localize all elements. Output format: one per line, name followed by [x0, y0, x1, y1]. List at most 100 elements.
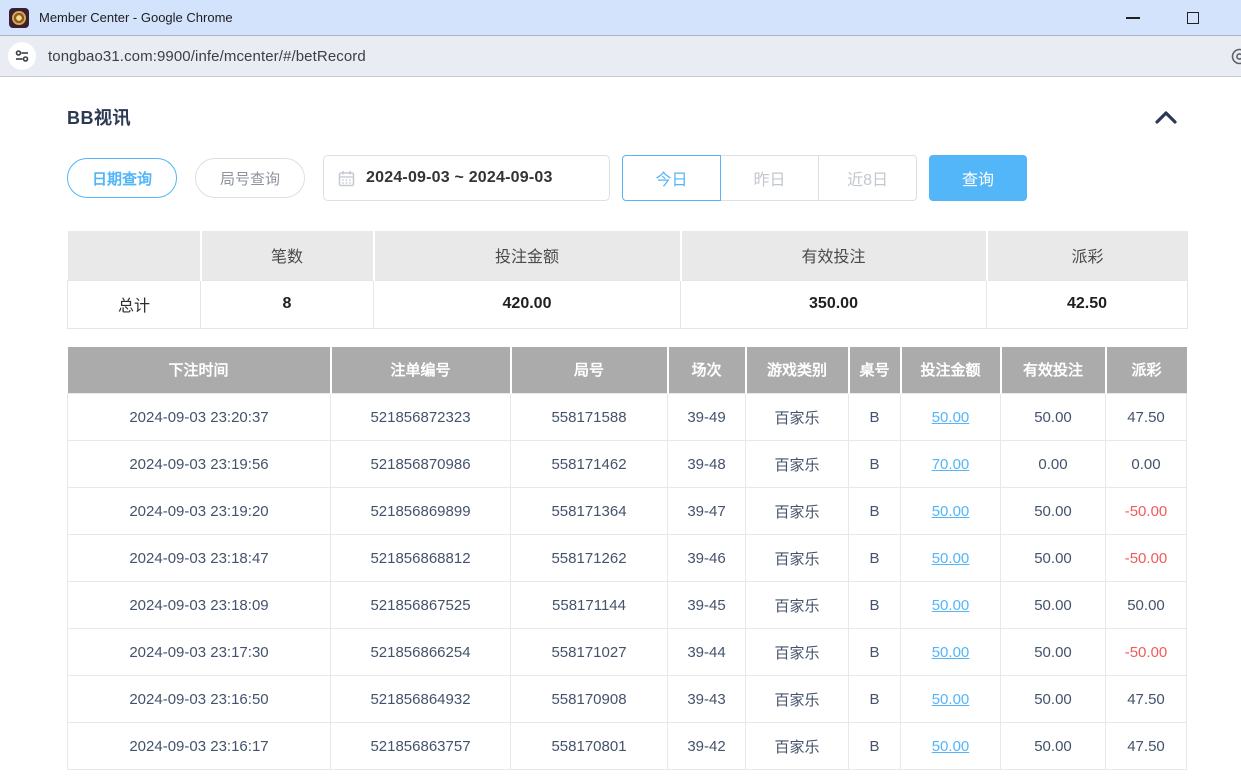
- bet-amount-cell: 70.00: [901, 441, 1001, 488]
- table-row: 2024-09-03 23:19:20521856869899558171364…: [68, 488, 1187, 535]
- table-row: 2024-09-03 23:18:47521856868812558171262…: [68, 535, 1187, 582]
- bet-amount-cell: 50.00: [901, 582, 1001, 629]
- column-header-table-no: 桌号: [849, 347, 901, 394]
- order-no-cell: 521856864932: [331, 676, 511, 723]
- order-no-cell: 521856868812: [331, 535, 511, 582]
- table-row: 2024-09-03 23:17:30521856866254558171027…: [68, 629, 1187, 676]
- order-no-cell: 521856863757: [331, 723, 511, 770]
- last-8-days-button[interactable]: 近8日: [818, 155, 917, 201]
- valid-bet-cell: 0.00: [1001, 441, 1106, 488]
- payout-cell: -50.00: [1106, 629, 1187, 676]
- table-row: 2024-09-03 23:18:09521856867525558171144…: [68, 582, 1187, 629]
- payout-cell: -50.00: [1106, 535, 1187, 582]
- address-bar[interactable]: tongbao31.com:9900/infe/mcenter/#/betRec…: [0, 36, 1241, 77]
- round-no-cell: 558170908: [511, 676, 668, 723]
- summary-header-payout: 派彩: [987, 231, 1188, 280]
- bet-time-cell: 2024-09-03 23:18:09: [68, 582, 331, 629]
- summary-count-value: 8: [201, 280, 374, 328]
- bet-amount-cell: 50.00: [901, 629, 1001, 676]
- payout-cell: 0.00: [1106, 441, 1187, 488]
- bet-time-cell: 2024-09-03 23:16:17: [68, 723, 331, 770]
- valid-bet-cell: 50.00: [1001, 582, 1106, 629]
- payout-cell: 47.50: [1106, 723, 1187, 770]
- session-cell: 39-46: [668, 535, 746, 582]
- date-range-input[interactable]: 2024-09-03 ~ 2024-09-03: [323, 155, 610, 201]
- game-type-cell: 百家乐: [746, 441, 849, 488]
- table-row: 2024-09-03 23:20:37521856872323558171588…: [68, 394, 1187, 441]
- bet-amount-link[interactable]: 50.00: [932, 550, 970, 567]
- bet-amount-link[interactable]: 50.00: [932, 503, 970, 520]
- summary-total-row: 总计 8 420.00 350.00 42.50: [68, 280, 1188, 328]
- column-header-order-no: 注单编号: [331, 347, 511, 394]
- game-type-cell: 百家乐: [746, 394, 849, 441]
- valid-bet-cell: 50.00: [1001, 535, 1106, 582]
- summary-total-label: 总计: [68, 280, 201, 328]
- order-no-cell: 521856866254: [331, 629, 511, 676]
- round-query-tab[interactable]: 局号查询: [195, 158, 305, 198]
- site-settings-icon[interactable]: [8, 42, 36, 70]
- game-type-cell: 百家乐: [746, 488, 849, 535]
- session-cell: 39-45: [668, 582, 746, 629]
- window-titlebar: Member Center - Google Chrome: [0, 0, 1241, 36]
- bet-time-cell: 2024-09-03 23:17:30: [68, 629, 331, 676]
- summary-bet-amount-value: 420.00: [374, 280, 681, 328]
- bet-amount-link[interactable]: 50.00: [932, 409, 970, 426]
- bet-amount-cell: 50.00: [901, 723, 1001, 770]
- site-favicon: [9, 8, 29, 28]
- bet-amount-link[interactable]: 50.00: [932, 597, 970, 614]
- window-controls: [1096, 0, 1216, 36]
- bet-amount-cell: 50.00: [901, 488, 1001, 535]
- window-title: Member Center - Google Chrome: [39, 10, 233, 25]
- bet-amount-link[interactable]: 70.00: [932, 456, 970, 473]
- session-cell: 39-47: [668, 488, 746, 535]
- bet-time-cell: 2024-09-03 23:19:20: [68, 488, 331, 535]
- search-button[interactable]: 查询: [929, 155, 1027, 201]
- session-cell: 39-49: [668, 394, 746, 441]
- valid-bet-cell: 50.00: [1001, 394, 1106, 441]
- payout-cell: 50.00: [1106, 582, 1187, 629]
- bet-amount-cell: 50.00: [901, 394, 1001, 441]
- column-header-session: 场次: [668, 347, 746, 394]
- order-no-cell: 521856867525: [331, 582, 511, 629]
- column-header-round-no: 局号: [511, 347, 668, 394]
- tune-icon: [14, 48, 30, 64]
- game-type-cell: 百家乐: [746, 723, 849, 770]
- page-title: BB视讯: [67, 104, 131, 130]
- summary-header-count: 笔数: [201, 231, 374, 280]
- order-no-cell: 521856869899: [331, 488, 511, 535]
- collapse-chevron-up-icon[interactable]: [1153, 109, 1179, 125]
- order-no-cell: 521856872323: [331, 394, 511, 441]
- round-no-cell: 558171027: [511, 629, 668, 676]
- address-bar-right-icon[interactable]: [1231, 48, 1241, 65]
- url-text[interactable]: tongbao31.com:9900/infe/mcenter/#/betRec…: [48, 48, 366, 65]
- records-body: 2024-09-03 23:20:37521856872323558171588…: [68, 394, 1187, 770]
- maximize-button[interactable]: [1170, 0, 1216, 36]
- maximize-icon: [1187, 12, 1199, 24]
- column-header-bet-time: 下注时间: [68, 347, 331, 394]
- bet-amount-link[interactable]: 50.00: [932, 738, 970, 755]
- table-no-cell: B: [849, 676, 901, 723]
- payout-cell: 47.50: [1106, 394, 1187, 441]
- round-no-cell: 558171262: [511, 535, 668, 582]
- summary-payout-value: 42.50: [987, 280, 1188, 328]
- bet-time-cell: 2024-09-03 23:19:56: [68, 441, 331, 488]
- minimize-button[interactable]: [1110, 0, 1156, 36]
- session-cell: 39-42: [668, 723, 746, 770]
- summary-table: 笔数 投注金额 有效投注 派彩 总计 8 420.00 350.00 42.50: [67, 231, 1188, 329]
- valid-bet-cell: 50.00: [1001, 723, 1106, 770]
- today-button[interactable]: 今日: [622, 155, 721, 201]
- bet-amount-link[interactable]: 50.00: [932, 644, 970, 661]
- bet-amount-link[interactable]: 50.00: [932, 691, 970, 708]
- table-no-cell: B: [849, 441, 901, 488]
- payout-cell: -50.00: [1106, 488, 1187, 535]
- date-query-tab[interactable]: 日期查询: [67, 158, 177, 198]
- bet-time-cell: 2024-09-03 23:20:37: [68, 394, 331, 441]
- minimize-icon: [1126, 17, 1140, 19]
- page-content: BB视讯 日期查询 局号查询: [0, 77, 1241, 770]
- valid-bet-cell: 50.00: [1001, 676, 1106, 723]
- game-type-cell: 百家乐: [746, 582, 849, 629]
- bet-time-cell: 2024-09-03 23:18:47: [68, 535, 331, 582]
- valid-bet-cell: 50.00: [1001, 629, 1106, 676]
- table-row: 2024-09-03 23:16:50521856864932558170908…: [68, 676, 1187, 723]
- yesterday-button[interactable]: 昨日: [720, 155, 819, 201]
